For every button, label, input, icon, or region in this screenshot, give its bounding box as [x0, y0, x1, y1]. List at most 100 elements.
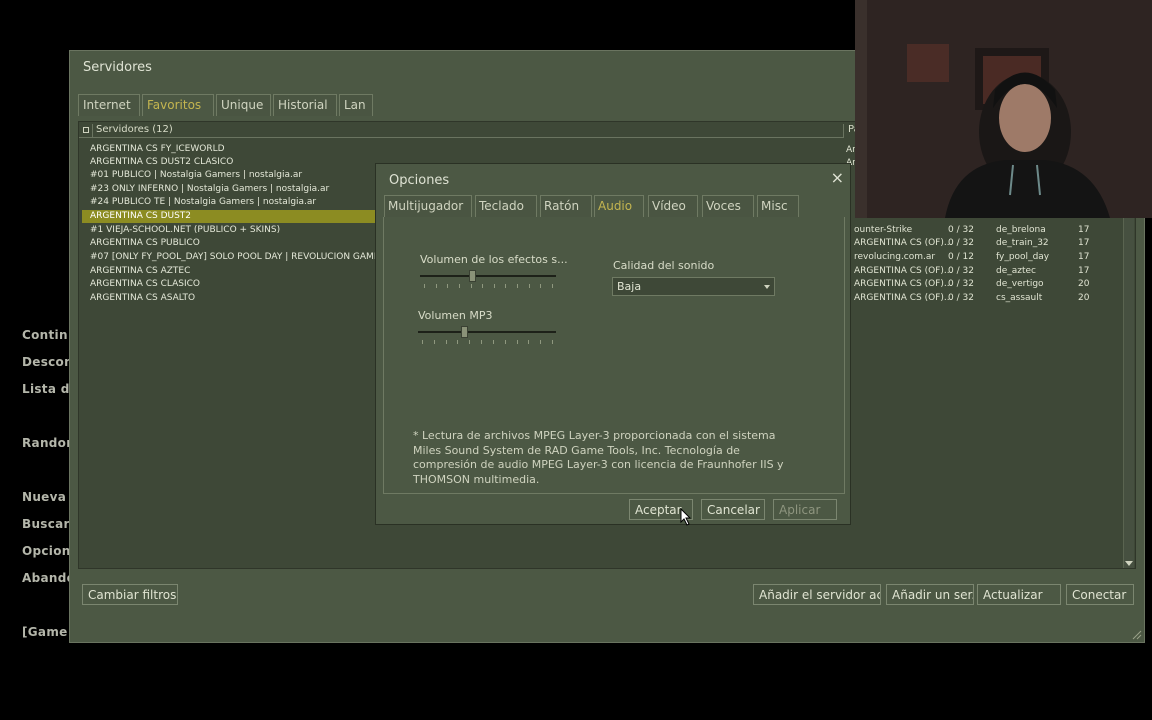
server-row[interactable]: ARGENTINA CS CLASICO	[90, 278, 386, 291]
server-latency: 17	[1078, 252, 1090, 262]
window-title: Servidores	[83, 60, 152, 75]
slider-thumb[interactable]	[469, 270, 476, 282]
server-latency: 17	[1078, 238, 1090, 248]
menu-item-player-list[interactable]: Lista d	[22, 382, 70, 396]
slider-tick	[552, 340, 553, 344]
sound-quality-select[interactable]: Baja	[612, 277, 775, 296]
server-row-selected[interactable]: ARGENTINA CS DUST2	[82, 210, 378, 223]
menu-item-find-servers[interactable]: Buscar	[22, 517, 70, 531]
slider-tick	[424, 284, 425, 288]
server-game: revolucing.com.ar	[854, 252, 936, 262]
slider-tick	[457, 340, 458, 344]
webcam-image	[855, 0, 1152, 218]
slider-tick	[505, 340, 506, 344]
mp3-volume-label: Volumen MP3	[418, 309, 493, 322]
server-map: de_vertigo	[996, 279, 1044, 289]
tab-internet[interactable]: Internet	[78, 94, 140, 116]
slider-tick	[540, 284, 541, 288]
slider-tick	[446, 340, 447, 344]
chevron-down-icon[interactable]	[764, 285, 770, 289]
server-map: de_aztec	[996, 266, 1037, 276]
tab-history[interactable]: Historial	[273, 94, 337, 116]
server-row[interactable]: ARGENTINA CS DUST2 CLASICO	[90, 156, 386, 169]
lock-icon	[83, 127, 89, 133]
list-header[interactable]: Servidores (12)	[79, 124, 843, 138]
servers-tabs: Internet Favoritos Unique Historial Lan	[78, 94, 375, 116]
tab-voices[interactable]: Voces	[702, 195, 754, 217]
tab-lan[interactable]: Lan	[339, 94, 373, 116]
server-row[interactable]: #01 PUBLICO | Nostalgia Gamers | nostalg…	[90, 169, 386, 182]
cancel-button[interactable]: Cancelar	[701, 499, 765, 520]
tab-audio[interactable]: Audio	[594, 195, 644, 217]
slider-tick	[481, 340, 482, 344]
tab-unique[interactable]: Unique	[216, 94, 271, 116]
server-game: ARGENTINA CS (OF)...	[854, 266, 953, 276]
connect-button[interactable]: Conectar	[1066, 584, 1134, 605]
tab-video[interactable]: Vídeo	[648, 195, 698, 217]
slider-track[interactable]	[420, 275, 556, 277]
sound-quality-value: Baja	[617, 280, 642, 293]
slider-tick	[529, 284, 530, 288]
server-players: 0 / 32	[948, 238, 974, 248]
chevron-down-icon[interactable]	[1125, 561, 1133, 566]
menu-item-continue[interactable]: Contin	[22, 328, 68, 342]
server-row[interactable]: ARGENTINA CS PUBLICO	[90, 237, 386, 250]
menu-item-disconnect[interactable]: Descon	[22, 355, 73, 369]
slider-tick	[471, 284, 472, 288]
server-row[interactable]: #1 VIEJA-SCHOOL.NET (PUBLICO + SKINS)	[90, 224, 386, 237]
slider-tick	[552, 284, 553, 288]
slider-tick	[528, 340, 529, 344]
tab-multiplayer[interactable]: Multijugador	[384, 195, 472, 217]
slider-tick	[422, 340, 423, 344]
server-row[interactable]: #24 PUBLICO TE | Nostalgia Gamers | nost…	[90, 196, 386, 209]
server-row[interactable]: ARGENTINA CS AZTEC	[90, 265, 386, 278]
menu-item-options[interactable]: Opcion	[22, 544, 71, 558]
server-game: ARGENTINA CS (OF)...	[854, 238, 953, 248]
server-map: fy_pool_day	[996, 252, 1050, 262]
sound-quality-label: Calidad del sonido	[613, 259, 715, 272]
add-server-button[interactable]: Añadir un ser...	[886, 584, 974, 605]
slider-tick	[517, 284, 518, 288]
slider-tick	[434, 340, 435, 344]
effects-volume-slider[interactable]	[420, 270, 556, 292]
slider-tick	[517, 340, 518, 344]
slider-tick	[459, 284, 460, 288]
refresh-button[interactable]: Actualizar	[977, 584, 1061, 605]
menu-item-new-game[interactable]: Nueva	[22, 490, 66, 504]
slider-track[interactable]	[418, 331, 556, 333]
close-icon[interactable]: ×	[831, 168, 844, 187]
mouse-cursor-icon	[680, 508, 692, 526]
tab-keyboard[interactable]: Teclado	[475, 195, 537, 217]
add-current-server-button[interactable]: Añadir el servidor act...	[753, 584, 881, 605]
slider-tick	[505, 284, 506, 288]
server-latency: 17	[1078, 266, 1090, 276]
server-players: 0 / 32	[948, 266, 974, 276]
resize-grip-icon[interactable]	[1132, 630, 1142, 640]
apply-button[interactable]: Aplicar	[773, 499, 837, 520]
server-players: 0 / 32	[948, 225, 974, 235]
tab-misc[interactable]: Misc	[757, 195, 799, 217]
server-row[interactable]: #07 [ONLY FY_POOL_DAY] SOLO POOL DAY | R…	[90, 251, 386, 264]
server-row[interactable]: ARGENTINA CS FY_ICEWORLD	[90, 143, 386, 156]
list-header-label: Servidores (12)	[92, 124, 173, 137]
dialog-title: Opciones	[389, 173, 450, 188]
tab-favorites[interactable]: Favoritos	[142, 94, 214, 116]
slider-tick	[482, 284, 483, 288]
mpeg-license-note: * Lectura de archivos MPEG Layer-3 propo…	[413, 429, 784, 486]
server-row[interactable]: #23 ONLY INFERNO | Nostalgia Gamers | no…	[90, 183, 386, 196]
server-latency: 20	[1078, 279, 1090, 289]
server-game: ounter-Strike	[854, 225, 913, 235]
menu-item-quit[interactable]: Abando	[22, 571, 75, 585]
server-players: 0 / 32	[948, 279, 974, 289]
menu-item-game[interactable]: [Game	[22, 625, 68, 639]
server-game: ARGENTINA CS (OF)...	[854, 279, 953, 289]
webcam-overlay	[855, 0, 1152, 218]
slider-tick	[540, 340, 541, 344]
tab-mouse[interactable]: Ratón	[540, 195, 592, 217]
slider-tick	[469, 340, 470, 344]
server-row[interactable]: ARGENTINA CS ASALTO	[90, 292, 386, 305]
slider-tick	[447, 284, 448, 288]
change-filters-button[interactable]: Cambiar filtros	[82, 584, 178, 605]
mp3-volume-slider[interactable]	[418, 326, 556, 348]
slider-thumb[interactable]	[461, 326, 468, 338]
